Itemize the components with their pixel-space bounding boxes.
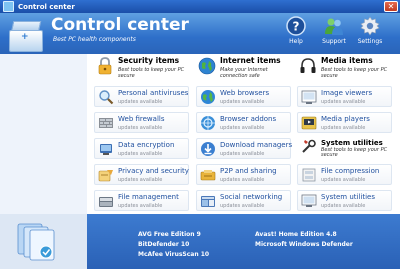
settings-icon — [360, 16, 380, 36]
item-status: updates available — [118, 125, 163, 131]
category-title: Internet items — [220, 56, 281, 65]
app-subtitle: Best PC health components — [53, 36, 136, 43]
item-social-networking[interactable]: Social networking updates available — [196, 190, 291, 211]
item-status: updates available — [220, 177, 265, 183]
software-stack-icon — [17, 223, 55, 261]
item-status: updates available — [220, 203, 265, 209]
item-name: File compression — [321, 167, 380, 175]
app-title: Control center — [51, 15, 189, 35]
support-label: Support — [322, 38, 346, 45]
item-privacy-and-security[interactable]: Privacy and security updates available — [94, 164, 189, 185]
image-viewer-icon — [301, 90, 317, 104]
social-icon — [201, 196, 215, 207]
program-name[interactable]: Microsoft Windows Defender — [255, 241, 353, 248]
item-personal-antiviruses[interactable]: Personal antiviruses updates available — [94, 86, 189, 107]
item-image-viewers[interactable]: Image viewers updates available — [297, 86, 392, 107]
program-name[interactable]: BitDefender 10 — [138, 241, 189, 248]
close-button[interactable]: ✕ — [384, 1, 398, 12]
item-status: updates available — [321, 203, 366, 209]
media-player-icon — [301, 116, 317, 130]
settings-label: Settings — [357, 38, 383, 45]
encryption-icon — [100, 144, 112, 155]
item-media-players[interactable]: Media players updates available — [297, 112, 392, 133]
item-download-managers[interactable]: Download managers updates available — [196, 138, 293, 159]
window-title: Control center — [18, 2, 75, 11]
compression-icon — [302, 168, 316, 182]
item-status: updates available — [321, 125, 366, 131]
item-file-compression[interactable]: File compression updates available — [297, 164, 392, 185]
item-name: Image viewers — [321, 89, 373, 97]
utilities-icon — [301, 194, 317, 207]
download-icon — [201, 142, 215, 156]
globe-icon — [198, 57, 216, 75]
item-name: Web browsers — [220, 89, 270, 97]
item-file-management[interactable]: File management updates available — [94, 190, 189, 211]
item-status: updates available — [220, 151, 265, 157]
item-name: File management — [118, 193, 179, 201]
item-name: Browser addons — [220, 115, 277, 123]
browser-globe-icon — [201, 90, 215, 104]
addons-icon — [201, 116, 215, 130]
help-button[interactable]: ? Help — [278, 16, 314, 52]
item-status: updates available — [118, 151, 163, 157]
system-utilities-icon — [302, 139, 316, 153]
item-status: updates available — [220, 125, 265, 131]
item-status: updates available — [118, 203, 163, 209]
item-name: Data encryption — [118, 141, 175, 149]
item-name: Privacy and security — [118, 167, 189, 175]
help-label: Help — [289, 38, 303, 45]
lock-icon — [98, 57, 112, 75]
category-description: Best tools to keep your PC secure — [118, 67, 185, 79]
help-icon: ? — [286, 16, 306, 36]
support-icon — [325, 18, 343, 35]
item-system-utilities-featured[interactable]: System utilities Best tools to keep your… — [297, 136, 392, 158]
item-name: Social networking — [220, 193, 283, 201]
firewall-icon — [99, 118, 113, 128]
item-name: P2P and sharing — [220, 167, 277, 175]
item-web-firewalls[interactable]: Web firewalls updates available — [94, 112, 189, 133]
headphones-icon — [300, 58, 316, 73]
file-management-icon — [99, 197, 113, 207]
title-bar[interactable]: Control center ✕ — [0, 0, 400, 13]
item-name: System utilities — [321, 193, 375, 201]
settings-button[interactable]: Settings — [352, 16, 388, 52]
item-description: Best tools to keep your PC secure — [321, 147, 388, 158]
item-system-utilities[interactable]: System utilities updates available — [297, 190, 392, 211]
main-content: Security items Best tools to keep your P… — [87, 54, 400, 214]
control-center-window: Control center ✕ + Control center Best P… — [0, 0, 400, 269]
category-title: Media items — [321, 56, 373, 65]
program-name[interactable]: Avast! Home Edition 4.8 — [255, 231, 337, 238]
item-status: updates available — [321, 177, 366, 183]
item-status: updates available — [321, 99, 366, 105]
magnifier-icon — [99, 90, 114, 105]
item-web-browsers[interactable]: Web browsers updates available — [196, 86, 291, 107]
item-name: Web firewalls — [118, 115, 165, 123]
p2p-icon — [200, 170, 216, 181]
item-data-encryption[interactable]: Data encryption updates available — [94, 138, 189, 159]
item-name: System utilities — [321, 139, 383, 147]
privacy-icon — [98, 170, 113, 182]
item-status: updates available — [220, 99, 265, 105]
item-status: updates available — [118, 99, 163, 105]
item-name: Media players — [321, 115, 370, 123]
item-browser-addons[interactable]: Browser addons updates available — [196, 112, 291, 133]
category-description: Best tools to keep your PC secure — [321, 67, 388, 79]
item-name: Personal antiviruses — [118, 89, 189, 97]
category-description: Make your Internet connection safe — [220, 67, 268, 79]
app-icon — [3, 1, 14, 12]
category-title: Security items — [118, 56, 180, 65]
program-name[interactable]: AVG Free Edition 9 — [138, 231, 201, 238]
installed-programs-panel: AVG Free Edition 9 BitDefender 10 McAfee… — [17, 214, 400, 269]
program-name[interactable]: McAfee VirusScan 10 — [138, 251, 209, 258]
header: + Control center Best PC health componen… — [0, 13, 400, 54]
svg-text:?: ? — [293, 20, 300, 34]
item-p2p-and-sharing[interactable]: P2P and sharing updates available — [196, 164, 291, 185]
app-logo-icon: + — [7, 17, 43, 52]
item-status: updates available — [118, 177, 163, 183]
support-button[interactable]: Support — [316, 16, 352, 52]
item-name: Download managers — [220, 141, 293, 149]
